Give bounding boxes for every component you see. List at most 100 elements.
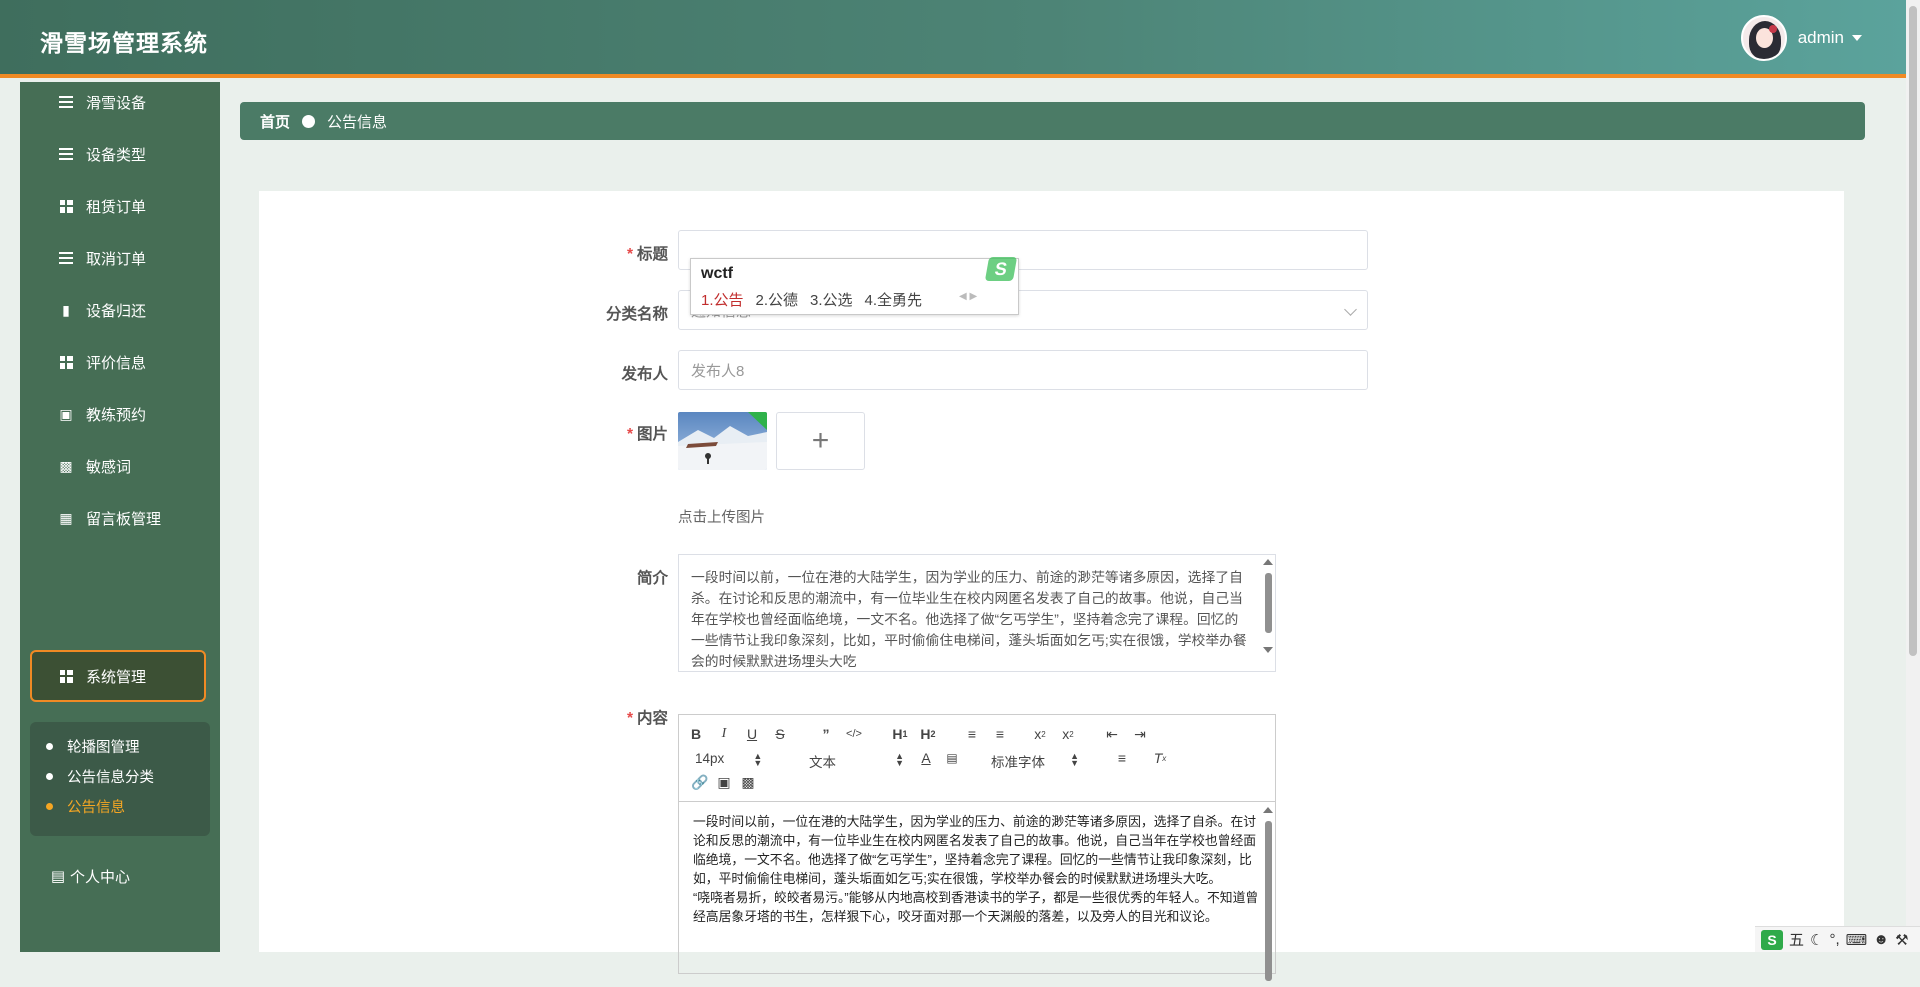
plus-icon: + (811, 424, 830, 457)
upload-image-button[interactable]: + (776, 412, 865, 470)
sidebar-item-cancel-orders[interactable]: 取消订单 (20, 238, 220, 278)
uploaded-image-thumbnail[interactable] (678, 412, 767, 470)
link-icon[interactable]: 🔗 (691, 773, 709, 791)
updown-icon: ▲ ▼ (895, 751, 904, 768)
summary-textarea[interactable]: 一段时间以前，一位在港的大陆学生，因为学业的压力、前途的渺茫等诸多原因，选择了自… (678, 554, 1276, 672)
bullet-icon (46, 743, 53, 750)
ime-candidate[interactable]: 1.公告 (701, 289, 744, 310)
sidebar-item-coach-booking[interactable]: ▣ 教练预约 (20, 394, 220, 434)
summary-scrollbar[interactable] (1263, 559, 1273, 659)
keyboard-icon[interactable]: ⌨ (1846, 931, 1868, 949)
sogou-ime-icon[interactable]: S (1761, 929, 1783, 950)
strikethrough-icon[interactable]: S (771, 725, 789, 743)
id-card-icon: ▤ (50, 868, 66, 885)
ime-candidate[interactable]: 3.公选 (810, 289, 853, 310)
sidebar-item-label: 滑雪设备 (86, 94, 147, 112)
quote-icon[interactable]: ” (817, 725, 835, 743)
submenu-item-notice-category[interactable]: 公告信息分类 (46, 766, 154, 787)
avatar[interactable] (1740, 15, 1787, 61)
editor-content[interactable]: 一段时间以前，一位在港的大陆学生，因为学业的压力、前途的渺茫等诸多原因，选择了自… (679, 802, 1259, 926)
submenu-item-notice[interactable]: 公告信息 (46, 796, 125, 817)
bold-icon[interactable]: B (687, 725, 705, 743)
clipboard-icon: ▣ (59, 405, 73, 422)
user-icon[interactable]: ☻ (1873, 931, 1889, 948)
bullet-icon (46, 803, 53, 810)
folder-icon: ▩ (59, 457, 73, 474)
breadcrumb: 首页 公告信息 (240, 102, 1865, 140)
breadcrumb-separator-icon (302, 114, 316, 128)
sidebar-item-rental-orders[interactable]: 租赁订单 (20, 186, 220, 226)
updown-icon: ▲ ▼ (1070, 751, 1079, 768)
align-icon[interactable]: ≡ (1113, 749, 1131, 767)
ime-composition: wctf (701, 265, 733, 282)
summary-label: 简介 (636, 570, 668, 587)
superscript-icon[interactable]: x2 (1059, 725, 1077, 743)
underline-icon[interactable]: U (743, 725, 761, 743)
sidebar-item-label: 取消订单 (86, 250, 147, 268)
sidebar-item-label: 设备类型 (86, 146, 147, 164)
user-menu[interactable]: admin (1740, 15, 1862, 61)
moon-icon[interactable]: ☾ (1810, 931, 1823, 949)
block-type-select[interactable]: 文本 ▲ ▼ (809, 751, 904, 771)
breadcrumb-home[interactable]: 首页 (260, 111, 290, 132)
sidebar-item-label: 教练预约 (86, 406, 147, 424)
submenu-label: 公告信息 (67, 800, 125, 816)
editor-paragraph: “哓哓者易折，皎皎者易污。”能够从内地高校到香港读书的学子，都是一些很优秀的年轻… (693, 890, 1259, 924)
publisher-input[interactable]: 发布人8 (678, 350, 1368, 390)
chevron-down-icon[interactable] (1852, 35, 1862, 41)
sidebar-item-ski-equipment[interactable]: 滑雪设备 (20, 82, 220, 122)
summary-text: 一段时间以前，一位在港的大陆学生，因为学业的压力、前途的渺茫等诸多原因，选择了自… (691, 570, 1247, 669)
font-color-icon[interactable]: A (917, 749, 935, 767)
sidebar-item-label: 系统管理 (86, 668, 147, 686)
username[interactable]: admin (1798, 28, 1844, 48)
list-icon (58, 146, 74, 162)
sidebar-item-sensitive-words[interactable]: ▩ 敏感词 (20, 446, 220, 486)
sogou-ime-logo-icon: S (984, 257, 1018, 281)
sidebar-item-equipment-type[interactable]: 设备类型 (20, 134, 220, 174)
heading2-icon[interactable]: H2 (917, 725, 939, 743)
punctuation-icon[interactable]: °, (1829, 931, 1839, 948)
editor-scrollbar[interactable] (1263, 807, 1273, 987)
code-icon[interactable]: </> (845, 725, 863, 743)
app-title: 滑雪场管理系统 (40, 30, 208, 56)
page-scrollbar[interactable] (1906, 0, 1920, 952)
sidebar-item-system-management[interactable]: 系统管理 (30, 650, 206, 702)
subscript-icon[interactable]: x2 (1031, 725, 1049, 743)
ordered-list-icon[interactable]: ≡ (963, 725, 981, 743)
sidebar-item-label: 留言板管理 (86, 510, 162, 528)
ime-page-arrows-icon[interactable]: ◀ ▶ (959, 291, 977, 302)
sidebar-item-message-board[interactable]: ▦ 留言板管理 (20, 498, 220, 538)
list-icon (58, 250, 74, 266)
italic-icon[interactable]: I (715, 725, 733, 743)
sidebar: 滑雪设备 设备类型 租赁订单 取消订单 ▮ 设备归还 评价信息 ▣ 教练预约 ▩… (20, 82, 220, 952)
heading1-icon[interactable]: H1 (889, 725, 911, 743)
indent-icon[interactable]: ⇥ (1131, 725, 1149, 743)
sidebar-item-label: 设备归还 (86, 302, 147, 320)
ime-candidate[interactable]: 2.公德 (756, 289, 799, 310)
sidebar-item-label: 租赁订单 (86, 198, 147, 216)
image-label: * 图片 (626, 426, 668, 443)
ime-candidates: 1.公告 2.公德 3.公选 4.全勇先 (701, 289, 922, 310)
wrench-icon[interactable]: ⚒ (1895, 931, 1908, 949)
ime-status-bar: S 五 ☾ °, ⌨ ☻ ⚒ (1755, 926, 1920, 952)
updown-icon: ▲ ▼ (753, 751, 763, 768)
grid-icon (58, 668, 74, 684)
ime-mode[interactable]: 五 (1789, 929, 1804, 950)
sidebar-item-reviews[interactable]: 评价信息 (20, 342, 220, 382)
upload-hint: 点击上传图片 (678, 510, 765, 526)
outdent-icon[interactable]: ⇤ (1103, 725, 1121, 743)
clear-format-icon[interactable]: Tx (1151, 749, 1169, 767)
chat-icon: ▮ (62, 301, 70, 318)
image-icon[interactable]: ▣ (715, 773, 733, 791)
background-color-icon[interactable]: ▤ (943, 749, 961, 767)
sidebar-item-personal-center[interactable]: ▤ 个人中心 (20, 856, 220, 896)
sidebar-item-equipment-return[interactable]: ▮ 设备归还 (20, 290, 220, 330)
font-family-select[interactable]: 标准字体 ▲ ▼ (991, 751, 1079, 771)
bullet-list-icon[interactable]: ≡ (991, 725, 1009, 743)
video-icon[interactable]: ▩ (739, 773, 757, 791)
grid-icon (58, 198, 74, 214)
font-size-select[interactable]: 14px ▲ ▼ (695, 751, 762, 768)
ime-candidate[interactable]: 4.全勇先 (865, 289, 923, 310)
card-icon: ▦ (59, 509, 73, 526)
submenu-item-carousel[interactable]: 轮播图管理 (46, 736, 140, 757)
